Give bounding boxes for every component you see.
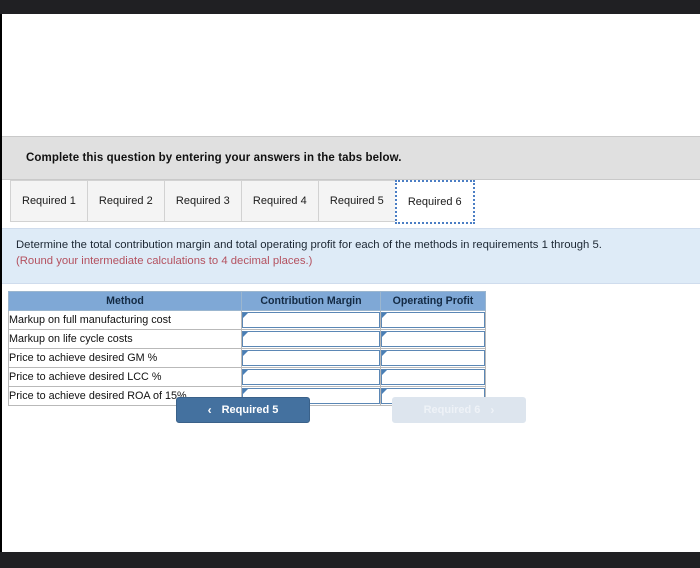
input-operating-profit-row-2[interactable] [381, 331, 485, 347]
tab-required-6[interactable]: Required 6 [394, 180, 475, 224]
input-contribution-margin-row-4[interactable] [242, 369, 380, 385]
table-row: Markup on life cycle costs [8, 329, 486, 349]
answer-table-wrapper: Method Contribution Margin Operating Pro… [8, 291, 486, 406]
cell-operating-profit-row-4[interactable] [380, 367, 486, 387]
cell-operating-profit-row-1[interactable] [380, 310, 486, 330]
table-row: Markup on full manufacturing cost [8, 310, 486, 330]
tab-required-3[interactable]: Required 3 [164, 180, 242, 222]
chevron-right-icon: › [490, 403, 495, 417]
row-label-markup-full-manufacturing-cost: Markup on full manufacturing cost [8, 310, 242, 330]
table-row: Price to achieve desired GM % [8, 348, 486, 368]
next-requirement-label: Required 6 [423, 404, 481, 416]
header-method: Method [8, 291, 242, 311]
requirement-tabs: Required 1 Required 2 Required 3 Require… [2, 180, 700, 228]
instruction-banner-text: Complete this question by entering your … [26, 152, 402, 164]
question-rounding-note: (Round your intermediate calculations to… [16, 255, 313, 267]
question-panel: Determine the total contribution margin … [2, 228, 700, 284]
top-bezel [0, 0, 700, 14]
previous-requirement-label: Required 5 [221, 404, 279, 416]
bottom-bezel [0, 552, 700, 568]
screen: Complete this question by entering your … [0, 0, 700, 568]
input-contribution-margin-row-2[interactable] [242, 331, 380, 347]
tab-required-4[interactable]: Required 4 [241, 180, 319, 222]
cell-contribution-margin-row-1[interactable] [241, 310, 381, 330]
question-prompt: Determine the total contribution margin … [16, 239, 602, 251]
question-page: Complete this question by entering your … [0, 14, 700, 552]
cell-contribution-margin-row-3[interactable] [241, 348, 381, 368]
row-label-markup-life-cycle-costs: Markup on life cycle costs [8, 329, 242, 349]
row-label-price-desired-lcc: Price to achieve desired LCC % [8, 367, 242, 387]
navigation-buttons: ‹ Required 5 Required 6 › [2, 397, 700, 423]
input-operating-profit-row-1[interactable] [381, 312, 485, 328]
answer-table: Method Contribution Margin Operating Pro… [8, 291, 486, 406]
header-contribution-margin: Contribution Margin [241, 291, 381, 311]
cell-contribution-margin-row-4[interactable] [241, 367, 381, 387]
tab-required-1[interactable]: Required 1 [10, 180, 88, 222]
next-requirement-button[interactable]: Required 6 › [392, 397, 526, 423]
header-operating-profit: Operating Profit [380, 291, 486, 311]
row-label-price-desired-gm: Price to achieve desired GM % [8, 348, 242, 368]
chevron-left-icon: ‹ [207, 403, 212, 417]
input-contribution-margin-row-1[interactable] [242, 312, 380, 328]
cell-operating-profit-row-2[interactable] [380, 329, 486, 349]
cell-contribution-margin-row-2[interactable] [241, 329, 381, 349]
cell-operating-profit-row-3[interactable] [380, 348, 486, 368]
tab-required-2[interactable]: Required 2 [87, 180, 165, 222]
input-operating-profit-row-3[interactable] [381, 350, 485, 366]
previous-requirement-button[interactable]: ‹ Required 5 [176, 397, 310, 423]
instruction-banner: Complete this question by entering your … [2, 136, 700, 180]
input-operating-profit-row-4[interactable] [381, 369, 485, 385]
table-row: Price to achieve desired LCC % [8, 367, 486, 387]
tab-required-5[interactable]: Required 5 [318, 180, 396, 222]
input-contribution-margin-row-3[interactable] [242, 350, 380, 366]
table-header-row: Method Contribution Margin Operating Pro… [8, 291, 486, 311]
